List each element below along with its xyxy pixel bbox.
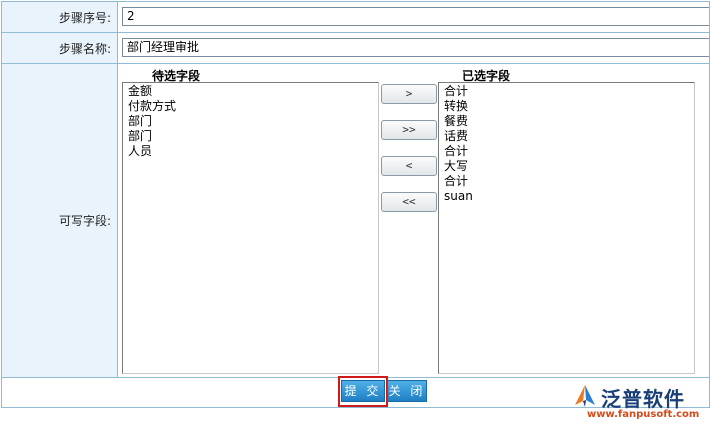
list-item[interactable]: 转换 — [444, 99, 689, 114]
list-item[interactable]: 部门 — [128, 114, 373, 129]
list-item[interactable]: 大写 — [444, 159, 689, 174]
step-name-label: 步骤名称: — [2, 33, 118, 63]
step-form: 步骤序号: 2 步骤名称: 部门经理审批 可写字段: 待选字段 已选字段 金额 … — [1, 1, 710, 408]
move-left-button[interactable]: < — [381, 156, 437, 176]
list-item[interactable]: 合计 — [444, 144, 689, 159]
step-name-input[interactable]: 部门经理审批 — [122, 38, 709, 57]
close-button[interactable]: 关 闭 — [387, 380, 427, 402]
list-item[interactable]: 合计 — [444, 84, 689, 99]
fanpu-logo-icon — [575, 385, 595, 407]
fanpu-logo: 泛普软件 www.fanpusoft.com — [571, 383, 701, 427]
list-item[interactable]: 话费 — [444, 129, 689, 144]
step-no-input[interactable]: 2 — [122, 7, 709, 26]
list-item[interactable]: suan — [444, 189, 689, 204]
selected-fields-list[interactable]: 合计 转换 餐费 话费 合计 大写 合计 suan — [438, 82, 695, 374]
writable-fields-label: 可写字段: — [2, 64, 118, 377]
list-item[interactable]: 部门 — [128, 129, 373, 144]
move-right-button[interactable]: > — [381, 84, 437, 104]
available-fields-list[interactable]: 金额 付款方式 部门 部门 人员 — [122, 82, 379, 374]
list-item[interactable]: 餐费 — [444, 114, 689, 129]
move-all-left-button[interactable]: << — [381, 192, 437, 212]
step-no-row: 步骤序号: 2 — [2, 2, 709, 33]
logo-name: 泛普软件 — [601, 387, 685, 411]
logo-url: www.fanpusoft.com — [587, 409, 700, 420]
list-item[interactable]: 付款方式 — [128, 99, 373, 114]
list-item[interactable]: 金额 — [128, 84, 373, 99]
step-no-label: 步骤序号: — [2, 2, 118, 32]
move-all-right-button[interactable]: >> — [381, 120, 437, 140]
submit-button[interactable]: 提 交 — [341, 380, 385, 402]
step-name-row: 步骤名称: 部门经理审批 — [2, 33, 709, 64]
writable-fields-row: 可写字段: 待选字段 已选字段 金额 付款方式 部门 部门 人员 > >> < … — [2, 64, 709, 378]
list-item[interactable]: 人员 — [128, 144, 373, 159]
list-item[interactable]: 合计 — [444, 174, 689, 189]
